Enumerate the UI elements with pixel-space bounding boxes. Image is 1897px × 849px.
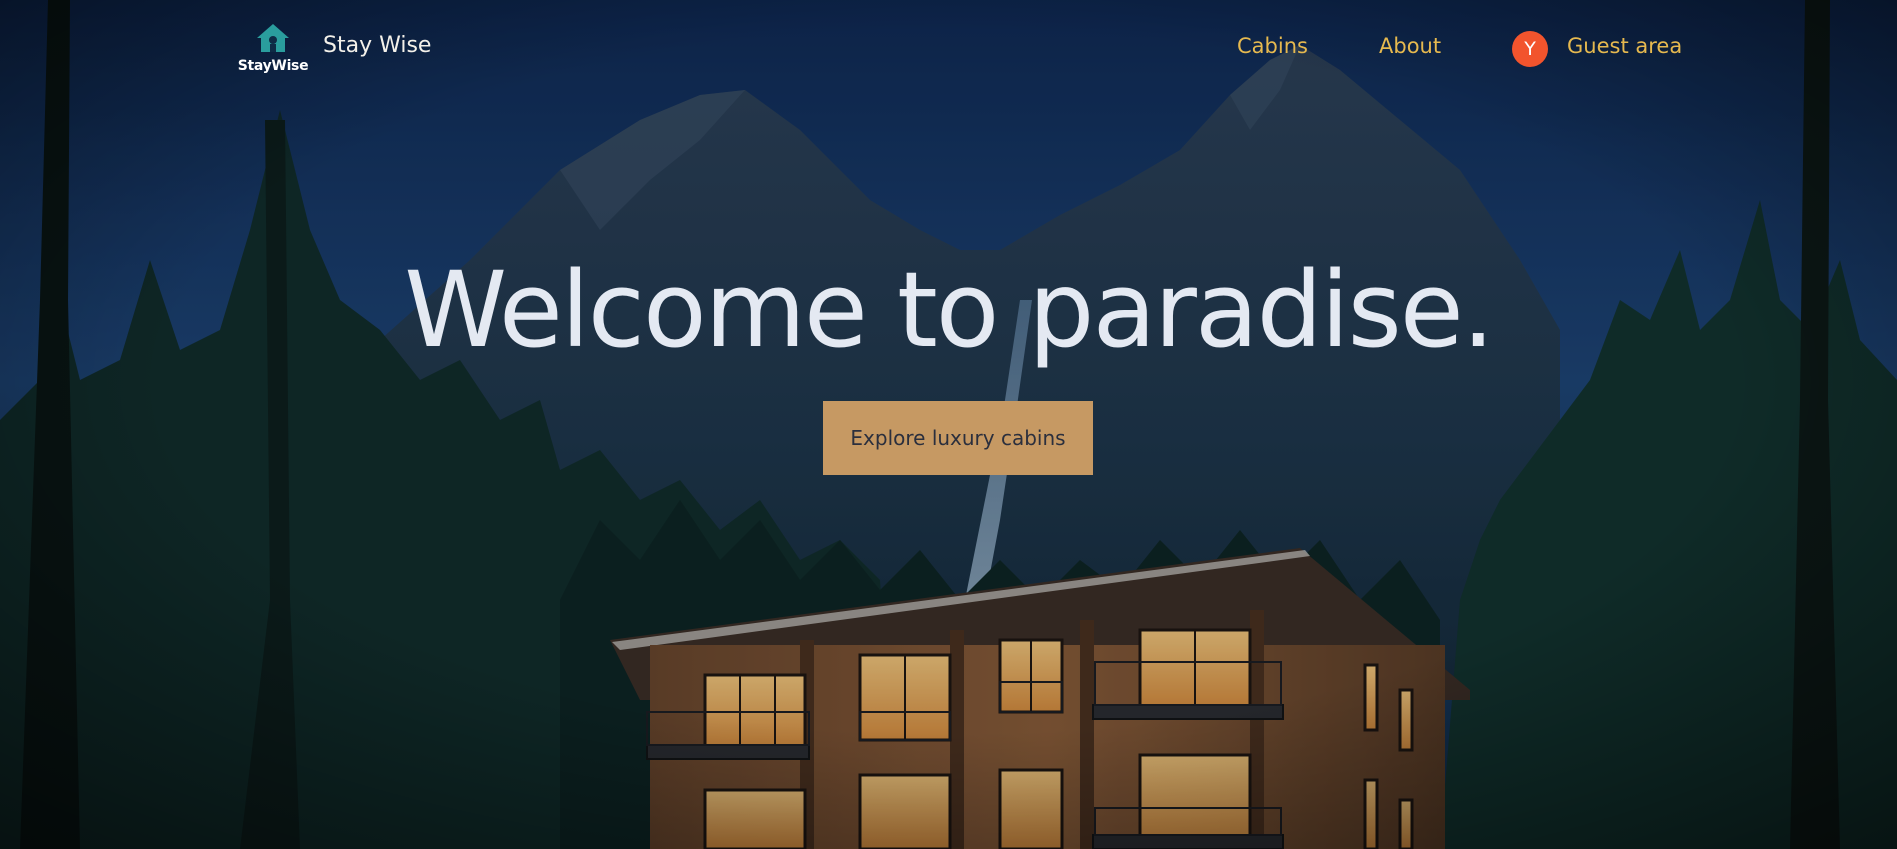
explore-cabins-button[interactable]: Explore luxury cabins [823, 401, 1093, 475]
hero-title: Welcome to paradise. [404, 249, 1495, 371]
page: StayWise Stay Wise Cabins About Y Guest … [0, 0, 1897, 849]
avatar: Y [1512, 31, 1548, 67]
logo-link[interactable]: StayWise [237, 22, 309, 76]
guest-area-label: Guest area [1567, 34, 1683, 58]
nav-cabins-link[interactable]: Cabins [1237, 34, 1308, 58]
guest-area-link[interactable]: Y Guest area [1512, 31, 1682, 69]
site-header: StayWise Stay Wise Cabins About Y Guest … [0, 0, 1897, 100]
brand-name[interactable]: Stay Wise [323, 33, 431, 58]
logo-text: StayWise [237, 58, 309, 74]
house-icon [257, 24, 289, 52]
nav-about-link[interactable]: About [1379, 34, 1441, 58]
